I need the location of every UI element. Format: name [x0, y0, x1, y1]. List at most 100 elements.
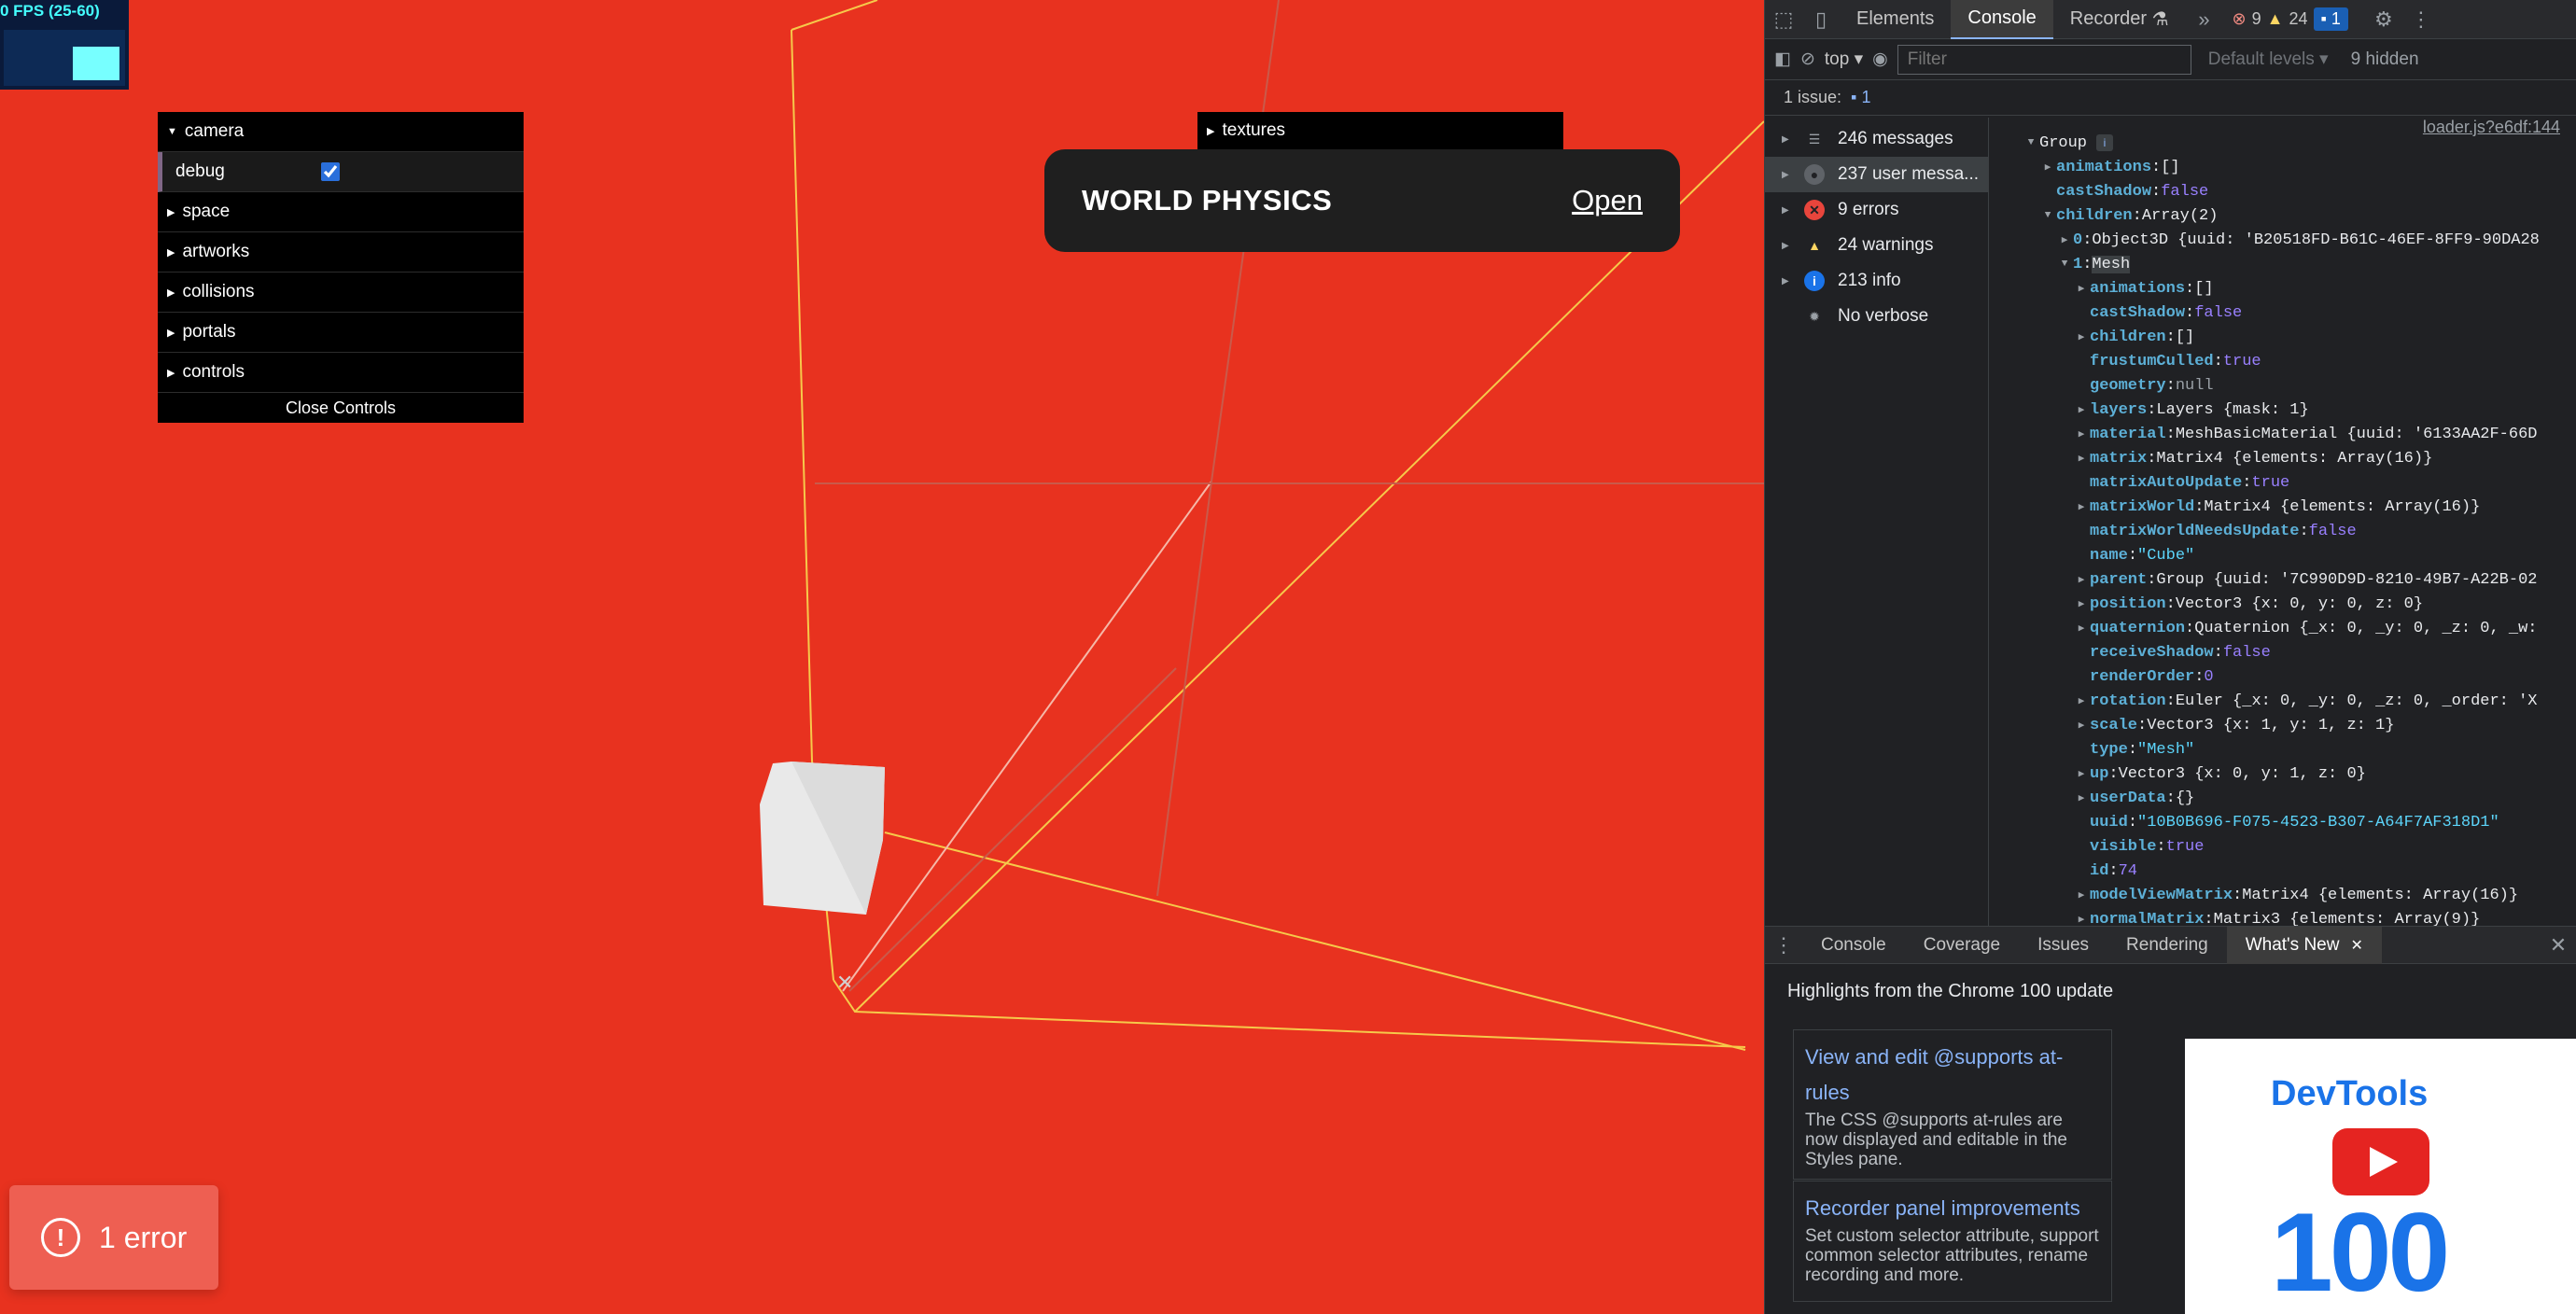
folder-camera[interactable]: ▼ camera	[158, 112, 524, 152]
chevron-right-icon[interactable]: ▶	[2073, 622, 2090, 635]
chevron-down-icon[interactable]: ▼	[2056, 259, 2073, 270]
tab-elements[interactable]: Elements	[1840, 0, 1951, 39]
chevron-right-icon[interactable]: ▶	[2073, 573, 2090, 586]
tree-node[interactable]: castShadow: false	[1989, 179, 2576, 203]
tree-node[interactable]: geometry: null	[1989, 373, 2576, 398]
tree-node[interactable]: ▶ rotation: Euler {_x: 0, _y: 0, _z: 0, _…	[1989, 689, 2576, 713]
tree-node[interactable]: ▶ layers: Layers {mask: 1}	[1989, 398, 2576, 422]
inspect-icon[interactable]: ⬚	[1765, 0, 1802, 39]
drawer-tab-issues[interactable]: Issues	[2019, 927, 2107, 964]
chevron-right-icon[interactable]: ▶	[2073, 330, 2090, 343]
drawer-menu-icon[interactable]: ⋮	[1765, 926, 1802, 965]
info-icon[interactable]: i	[2096, 134, 2114, 151]
whats-new-video-thumbnail[interactable]: DevTools 100	[2185, 1039, 2576, 1314]
feature-title[interactable]: Recorder panel improvements	[1805, 1191, 2100, 1226]
chevron-right-icon[interactable]: ▶	[2073, 282, 2090, 295]
filter-input[interactable]	[1897, 44, 2191, 75]
chevron-right-icon[interactable]: ▶	[2073, 888, 2090, 902]
console-output[interactable]: loader.js?e6df:144 ▼ Group i ▶ animations: […	[1989, 118, 2576, 926]
chevron-down-icon[interactable]: ▼	[2023, 137, 2039, 148]
tree-node[interactable]: ▶ material: MeshBasicMaterial {uuid: '613…	[1989, 422, 2576, 446]
chevron-right-icon[interactable]: ▶	[2073, 719, 2090, 732]
tree-node[interactable]: ▶ matrix: Matrix4 {elements: Array(16)}	[1989, 446, 2576, 470]
chevron-right-icon[interactable]: ▶	[2073, 500, 2090, 513]
sidebar-toggle-icon[interactable]: ◧	[1774, 49, 1791, 70]
tree-node[interactable]: id: 74	[1989, 859, 2576, 883]
tree-node[interactable]: uuid: "10B0B696-F075-4523-B307-A64F7AF31…	[1989, 810, 2576, 834]
feature-card[interactable]: Recorder panel improvements Set custom s…	[1793, 1181, 2112, 1302]
fps-stats-panel[interactable]: 0 FPS (25-60)	[0, 0, 129, 90]
feature-title[interactable]: View and edit @supports at-rules	[1805, 1040, 2100, 1111]
open-link[interactable]: Open	[1572, 184, 1643, 217]
chevron-right-icon[interactable]: ▶	[2073, 597, 2090, 610]
folder-textures[interactable]: ▶ textures	[1197, 112, 1563, 149]
tree-node[interactable]: ▶ 0: Object3D {uuid: 'B20518FD-B61C-46EF-…	[1989, 228, 2576, 252]
sidebar-item[interactable]: ▶ ✕ 9 errors	[1765, 192, 1988, 228]
tree-node[interactable]: ▶ modelViewMatrix: Matrix4 {elements: Arr…	[1989, 883, 2576, 907]
folder-controls[interactable]: ▶ controls	[158, 353, 524, 393]
tree-node[interactable]: ▶ animations: []	[1989, 155, 2576, 179]
context-select[interactable]: top ▾	[1825, 49, 1863, 70]
tree-node[interactable]: ▶ scale: Vector3 {x: 1, y: 1, z: 1}	[1989, 713, 2576, 737]
tree-node[interactable]: ▼ 1: Mesh	[1989, 252, 2576, 276]
tree-node[interactable]: type: "Mesh"	[1989, 737, 2576, 762]
chevron-right-icon[interactable]: ▶	[2073, 791, 2090, 804]
tree-node[interactable]: frustumCulled: true	[1989, 349, 2576, 373]
issue-counters[interactable]: ⊗ 9 ▲ 24 ▪ 1	[2233, 7, 2348, 31]
log-levels-select[interactable]: Default levels ▾	[2208, 49, 2329, 70]
chevron-right-icon[interactable]: ▶	[2039, 161, 2056, 174]
sidebar-item[interactable]: ▶ ☰ 246 messages	[1765, 121, 1988, 157]
chevron-right-icon[interactable]: ▶	[2073, 767, 2090, 780]
chevron-down-icon[interactable]: ▼	[2039, 210, 2056, 221]
tree-node[interactable]: ▶ matrixWorld: Matrix4 {elements: Array(1…	[1989, 495, 2576, 519]
error-toast[interactable]: ! 1 error	[9, 1185, 218, 1290]
clear-console-icon[interactable]: ⊘	[1800, 49, 1815, 70]
tree-node[interactable]: matrixAutoUpdate: true	[1989, 470, 2576, 495]
tab-console[interactable]: Console	[1951, 0, 2053, 39]
tree-node[interactable]: ▶ children: []	[1989, 325, 2576, 349]
debug-checkbox[interactable]	[321, 162, 340, 181]
tree-node[interactable]: castShadow: false	[1989, 301, 2576, 325]
folder-space[interactable]: ▶ space	[158, 192, 524, 232]
source-link[interactable]: loader.js?e6df:144	[2423, 118, 2560, 137]
drawer-tab-rendering[interactable]: Rendering	[2107, 927, 2227, 964]
tree-node[interactable]: ▶ parent: Group {uuid: '7C990D9D-8210-49B…	[1989, 567, 2576, 592]
tree-node[interactable]: renderOrder: 0	[1989, 664, 2576, 689]
folder-portals[interactable]: ▶ portals	[158, 313, 524, 353]
close-drawer-icon[interactable]: ✕	[2540, 926, 2576, 965]
youtube-play-icon[interactable]	[2332, 1128, 2429, 1195]
tree-node[interactable]: name: "Cube"	[1989, 543, 2576, 567]
tree-node[interactable]: ▼ children: Array(2)	[1989, 203, 2576, 228]
sidebar-item[interactable]: ✹ No verbose	[1765, 299, 1988, 334]
more-tabs-icon[interactable]: »	[2186, 0, 2223, 39]
close-icon[interactable]: ✕	[2350, 936, 2362, 955]
gear-icon[interactable]: ⚙	[2365, 0, 2402, 39]
eye-icon[interactable]: ◉	[1872, 49, 1888, 70]
drawer-tab-coverage[interactable]: Coverage	[1905, 927, 2019, 964]
tab-recorder[interactable]: Recorder ⚗	[2053, 0, 2186, 39]
feature-card[interactable]: View and edit @supports at-rules The CSS…	[1793, 1029, 2112, 1180]
drawer-tab-whats-new[interactable]: What's New ✕	[2226, 926, 2382, 964]
chevron-right-icon[interactable]: ▶	[2073, 913, 2090, 926]
kebab-menu-icon[interactable]: ⋮	[2402, 0, 2440, 39]
tree-node[interactable]: matrixWorldNeedsUpdate: false	[1989, 519, 2576, 543]
drawer-tab-console[interactable]: Console	[1802, 927, 1905, 964]
tree-node[interactable]: ▶ animations: []	[1989, 276, 2576, 301]
issues-bar[interactable]: 1 issue: ▪ 1	[1765, 80, 2576, 116]
tree-node[interactable]: ▶ quaternion: Quaternion {_x: 0, _y: 0, _…	[1989, 616, 2576, 640]
folder-collisions[interactable]: ▶ collisions	[158, 273, 524, 313]
device-toolbar-icon[interactable]: ▯	[1802, 0, 1840, 39]
sidebar-item[interactable]: ▶ ● 237 user messa...	[1765, 157, 1988, 192]
tree-node[interactable]: ▶ position: Vector3 {x: 0, y: 0, z: 0}	[1989, 592, 2576, 616]
chevron-right-icon[interactable]: ▶	[2073, 427, 2090, 440]
chevron-right-icon[interactable]: ▶	[2073, 694, 2090, 707]
chevron-right-icon[interactable]: ▶	[2056, 233, 2073, 246]
sidebar-item[interactable]: ▶ i 213 info	[1765, 263, 1988, 299]
tree-node[interactable]: ▶ userData: {}	[1989, 786, 2576, 810]
webgl-canvas[interactable]: ✕ 0 FPS (25-60) ▼ camera debug ▶ space ▶ ar…	[0, 0, 1764, 1314]
folder-artworks[interactable]: ▶ artworks	[158, 232, 524, 273]
chevron-right-icon[interactable]: ▶	[2073, 403, 2090, 416]
debug-row[interactable]: debug	[158, 152, 524, 192]
tree-node[interactable]: ▶ up: Vector3 {x: 0, y: 1, z: 0}	[1989, 762, 2576, 786]
tree-node[interactable]: receiveShadow: false	[1989, 640, 2576, 664]
